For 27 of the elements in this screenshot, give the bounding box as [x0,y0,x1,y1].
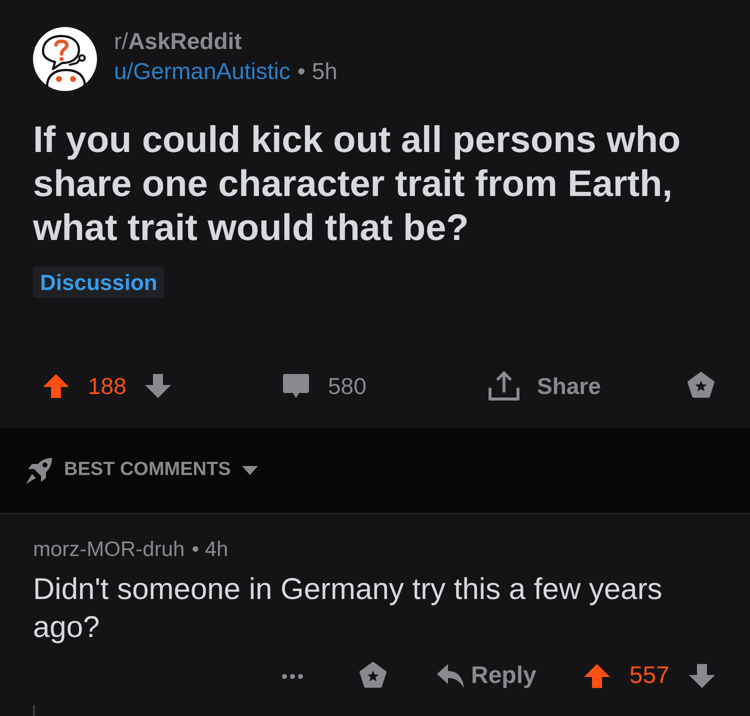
flair-tag: Discussion [33,267,164,298]
comment-body: Didn't someone in Germany try this a few years ago? [33,572,664,646]
caret-down-icon [242,466,258,475]
comment-icon [282,373,310,399]
upvote-icon[interactable] [583,663,612,689]
comment-author[interactable]: morz-MOR-druh [33,535,185,565]
award-icon[interactable] [686,371,716,401]
upvote-icon[interactable] [42,373,70,399]
post-title: If you could kick out all persons who share one character trait from Earth, what trait would that be? [33,118,682,250]
username-link[interactable]: u/GermanAutistic [114,56,290,86]
more-options-icon[interactable] [282,674,303,678]
sort-dropdown[interactable]: BEST COMMENTS [25,456,258,485]
comments-button[interactable]: 580 [282,368,366,404]
downvote-icon[interactable] [144,373,172,399]
subreddit-link[interactable]: r/AskReddit [114,26,242,56]
downvote-icon[interactable] [688,663,716,689]
vote-score: 557 [629,661,670,691]
reply-button[interactable]: Reply [436,658,536,694]
comment-age: • 4h [192,537,228,563]
rocket-icon [25,456,53,484]
award-icon[interactable] [358,661,388,691]
post-age: • 5h [297,57,338,86]
share-icon [487,370,521,402]
reply-icon [436,663,465,689]
subreddit-avatar-icon [33,27,97,91]
vote-score: 188 [88,372,126,401]
share-button[interactable]: Share [487,368,601,404]
